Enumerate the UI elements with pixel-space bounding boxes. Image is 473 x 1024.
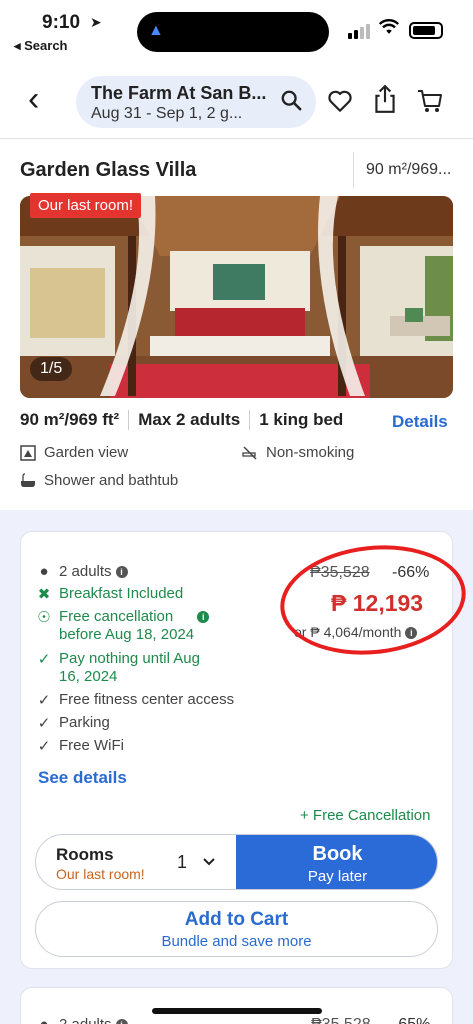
info-icon[interactable]: i [115,566,128,579]
info-icon[interactable]: i [197,611,210,624]
location-arrow-icon: ➤ [90,14,102,30]
checkmark-icon: ✓ [37,651,51,668]
chevron-down-icon[interactable] [201,854,217,870]
photo-counter: 1/5 [30,357,73,381]
person-icon: ● [37,1016,51,1024]
see-details-link[interactable]: See details [38,768,127,788]
offer-breakfast: ✖ Breakfast Included [37,585,184,603]
free-cancellation-note: + Free Cancellation [300,807,431,824]
dynamic-island [137,12,329,52]
amenity-non-smoking: Non-smoking [242,444,354,461]
offer-parking: ✓ Parking [37,714,110,732]
offer-guests: ● 2 adultsi [37,1016,128,1024]
amenity-shower-bathtub: Shower and bathtub [20,472,178,489]
spec-divider [128,410,130,430]
search-icon [281,90,302,111]
amenity-garden-view: Garden view [20,444,128,461]
offer-card: ● 2 adultsi ₱35,528 -65% [20,987,453,1024]
rooms-label: Rooms [56,845,114,864]
cellular-signal-icon [348,24,370,39]
search-summary-pill[interactable]: The Farm At San B... Aug 31 - Sep 1, 2 g… [76,76,316,128]
checkmark-icon: ✓ [37,738,51,755]
offer-fitness: ✓ Free fitness center access [37,691,235,709]
info-icon[interactable]: i [115,1019,128,1024]
clock: 9:10 [42,12,81,33]
offer-wifi: ✓ Free WiFi [37,737,124,755]
booking-bar: Rooms Our last room! 1 Book Pay later [35,834,438,890]
header-divider [0,138,473,139]
room-area: 90 m²/969 ft² [20,410,120,429]
wifi-icon [378,19,400,34]
offer-pay-later: ✓ Pay nothing until Aug 16, 2024 [37,650,200,685]
fork-knife-icon: ✖ [37,586,51,603]
room-photo[interactable] [20,196,453,398]
add-to-cart-button[interactable]: Add to Cart Bundle and save more [35,901,438,957]
offer-free-cancellation: ☉ Free cancellation i before Aug 18, 2024 [37,608,210,644]
no-smoking-icon [242,445,257,460]
room-name: Garden Glass Villa [20,159,197,181]
room-max-guests: Max 2 adults [138,410,241,429]
room-bed-type: 1 king bed [259,410,344,429]
cart-icon[interactable] [416,88,444,114]
last-room-badge: Our last room! [30,193,142,218]
back-chevron-icon[interactable]: ‹ [28,82,39,116]
room-details-link[interactable]: Details [392,412,448,432]
hotel-name: The Farm At San B... [91,83,267,103]
home-indicator[interactable] [152,1008,322,1014]
heart-icon[interactable] [327,88,353,114]
bathtub-icon [21,472,35,487]
back-to-app-link[interactable]: ◂ Search [14,38,68,54]
navigation-icon: ▲ [148,22,164,39]
checkmark-icon: ✓ [37,715,51,732]
garden-view-icon [20,444,36,461]
rooms-quantity-select[interactable]: 1 [177,852,187,873]
checkmark-icon: ✓ [37,692,51,709]
offer-guests: ● 2 adultsi [37,563,128,581]
top-nav: ‹ The Farm At San B... Aug 31 - Sep 1, 2… [0,72,473,132]
discount-percent: -65% [393,1016,430,1024]
shield-check-icon: ☉ [37,609,51,626]
book-button[interactable]: Book Pay later [236,835,437,889]
room-size-tag: 90 m²/969... [353,152,451,188]
status-bar: 9:10 ➤ ◂ Search ▲ [0,0,473,60]
stay-dates: Aug 31 - Sep 1, 2 g... [91,105,243,122]
spec-divider [249,410,251,430]
share-icon[interactable] [372,84,398,114]
rooms-availability: Our last room! [56,866,145,882]
room-specs: 90 m²/969 ft² Max 2 adults 1 king bed [20,410,343,430]
original-price: ₱35,528 [311,1016,371,1024]
person-icon: ● [39,563,49,580]
battery-icon [409,22,443,39]
